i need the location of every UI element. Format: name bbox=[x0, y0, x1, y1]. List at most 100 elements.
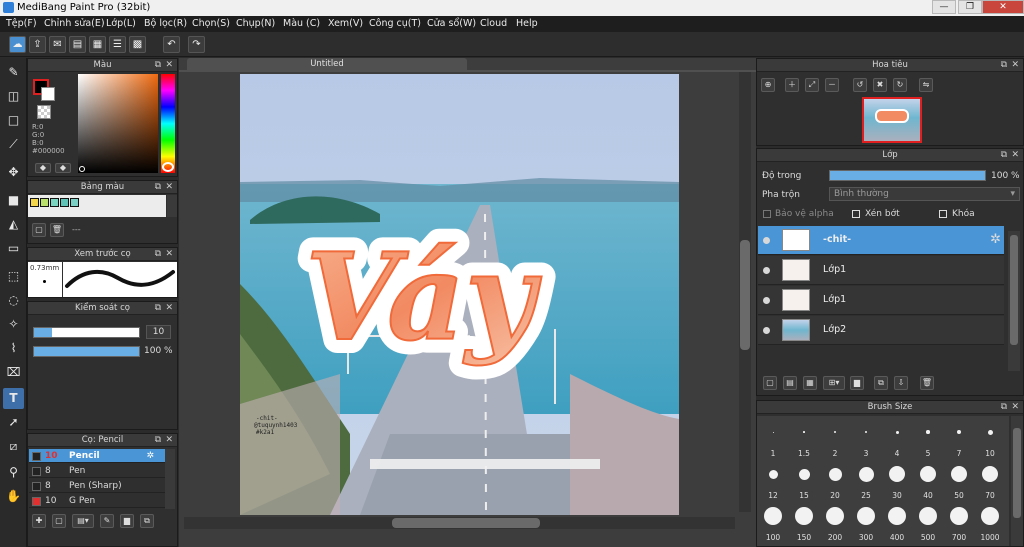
background-color[interactable] bbox=[41, 87, 55, 101]
palette-swatch[interactable] bbox=[60, 198, 69, 207]
brush-size-option[interactable]: 1.5 bbox=[789, 420, 819, 458]
new-halftone-layer-icon[interactable]: ▤ bbox=[783, 376, 797, 390]
layer-row[interactable]: Lớp1 bbox=[758, 286, 1004, 315]
close-button[interactable]: ✕ bbox=[982, 0, 1024, 14]
canvas-vertical-scrollbar[interactable] bbox=[739, 72, 751, 512]
layer-row[interactable]: Lớp1 bbox=[758, 256, 1004, 285]
brush-size-option[interactable]: 400 bbox=[882, 504, 912, 542]
comment-icon[interactable]: ✉ bbox=[49, 36, 66, 53]
brush-size-option[interactable]: 500 bbox=[913, 504, 943, 542]
menu-view[interactable]: Xem(V) bbox=[328, 18, 363, 29]
brush-size-option[interactable]: 1000 bbox=[975, 504, 1005, 542]
undock-icon[interactable]: ⧉ bbox=[1001, 401, 1007, 414]
brush-size-option[interactable]: 12 bbox=[758, 462, 788, 500]
undock-icon[interactable]: ⧉ bbox=[155, 59, 161, 72]
brush-size-option[interactable]: 300 bbox=[851, 504, 881, 542]
brush-size-option[interactable]: 700 bbox=[944, 504, 974, 542]
bucket-tool-icon[interactable]: ◭ bbox=[3, 214, 24, 235]
color-mode-button[interactable]: ◆ bbox=[35, 163, 51, 173]
line-tool-icon[interactable]: ⟋ bbox=[3, 134, 24, 155]
menu-tools[interactable]: Công cụ(T) bbox=[369, 18, 421, 29]
select-eraser-tool-icon[interactable]: ⌧ bbox=[3, 362, 24, 383]
delete-layer-icon[interactable]: 🗑 bbox=[920, 376, 934, 390]
menu-cloud[interactable]: Cloud bbox=[480, 18, 507, 29]
palette-swatch[interactable] bbox=[50, 198, 59, 207]
horizontal-scroll-thumb[interactable] bbox=[392, 518, 540, 528]
close-icon[interactable]: ✕ bbox=[165, 302, 173, 315]
zoom-in-icon[interactable]: ＋ bbox=[785, 78, 799, 92]
layer-opacity-slider[interactable] bbox=[829, 170, 986, 181]
menu-window[interactable]: Cửa sổ(W) bbox=[427, 18, 476, 29]
new-palette-icon[interactable]: ▢ bbox=[32, 223, 46, 237]
rotate-right-icon[interactable]: ↻ bbox=[893, 78, 907, 92]
brush-opacity-slider[interactable] bbox=[33, 346, 140, 357]
flip-icon[interactable]: ⇋ bbox=[919, 78, 933, 92]
layer-list-scrollbar[interactable] bbox=[1008, 231, 1020, 371]
page-icon[interactable]: ▦ bbox=[89, 36, 106, 53]
menu-color[interactable]: Màu (C) bbox=[283, 18, 320, 29]
reset-view-icon[interactable]: ✖ bbox=[873, 78, 887, 92]
menu-file[interactable]: Tệp(F) bbox=[6, 18, 37, 29]
palette-swatch[interactable] bbox=[70, 198, 79, 207]
close-icon[interactable]: ✕ bbox=[165, 434, 173, 447]
brush-settings-icon[interactable]: ✲ bbox=[146, 449, 154, 463]
brush-size-option[interactable]: 25 bbox=[851, 462, 881, 500]
eye-icon[interactable] bbox=[763, 267, 770, 274]
brush-tool-icon[interactable]: ✎ bbox=[3, 62, 24, 83]
maximize-button[interactable]: ❐ bbox=[958, 0, 982, 14]
menu-capture[interactable]: Chụp(N) bbox=[236, 18, 275, 29]
document-icon[interactable]: ▤ bbox=[69, 36, 86, 53]
palette-list-value[interactable]: --- bbox=[72, 225, 81, 234]
brush-size-option[interactable]: 5 bbox=[913, 420, 943, 458]
redo-icon[interactable]: ↷ bbox=[188, 36, 205, 53]
color-settings-button[interactable]: ◆ bbox=[55, 163, 71, 173]
brush-size-option[interactable]: 1 bbox=[758, 420, 788, 458]
undock-icon[interactable]: ⧉ bbox=[155, 302, 161, 315]
close-icon[interactable]: ✕ bbox=[165, 59, 173, 72]
brush-size-option[interactable]: 150 bbox=[789, 504, 819, 542]
cloud-icon[interactable]: ☁ bbox=[9, 36, 26, 53]
eraser-tool-icon[interactable]: ◫ bbox=[3, 86, 24, 107]
protect-alpha-checkbox[interactable] bbox=[763, 210, 771, 218]
duplicate-layer-icon[interactable]: ⧉ bbox=[874, 376, 888, 390]
palette-scrollbar[interactable] bbox=[167, 195, 177, 217]
brush-size-option[interactable]: 10 bbox=[975, 420, 1005, 458]
rectangle-tool-icon[interactable]: □ bbox=[3, 110, 24, 131]
select-rect-tool-icon[interactable]: ⬚ bbox=[3, 266, 24, 287]
navigator-thumbnail[interactable] bbox=[862, 97, 922, 143]
text-tool-icon[interactable]: T bbox=[3, 388, 24, 409]
document-tab[interactable]: Untitled bbox=[187, 58, 467, 70]
rotate-left-icon[interactable]: ↺ bbox=[853, 78, 867, 92]
close-icon[interactable]: ✕ bbox=[1011, 59, 1019, 72]
merge-down-icon[interactable]: ⇩ bbox=[894, 376, 908, 390]
close-icon[interactable]: ✕ bbox=[1011, 401, 1019, 414]
eye-icon[interactable] bbox=[763, 327, 770, 334]
saturation-value-picker[interactable] bbox=[78, 74, 158, 173]
close-icon[interactable]: ✕ bbox=[165, 248, 173, 261]
delete-palette-icon[interactable]: 🗑 bbox=[50, 223, 64, 237]
duplicate-brush-icon[interactable]: ⧉ bbox=[140, 514, 154, 528]
brush-size-option[interactable]: 70 bbox=[975, 462, 1005, 500]
brush-size-option[interactable]: 15 bbox=[789, 462, 819, 500]
undo-icon[interactable]: ↶ bbox=[163, 36, 180, 53]
undock-icon[interactable]: ⧉ bbox=[155, 248, 161, 261]
grid-icon[interactable]: ▩ bbox=[129, 36, 146, 53]
edit-brush-icon[interactable]: ✎ bbox=[100, 514, 114, 528]
brush-size-value[interactable]: 10 bbox=[146, 325, 171, 339]
eye-icon[interactable] bbox=[763, 297, 770, 304]
close-icon[interactable]: ✕ bbox=[1011, 149, 1019, 162]
new-layer-icon[interactable]: ▢ bbox=[763, 376, 777, 390]
hue-slider[interactable] bbox=[161, 74, 175, 173]
operation-tool-icon[interactable]: ➚ bbox=[3, 412, 24, 433]
close-icon[interactable]: ✕ bbox=[165, 181, 173, 194]
palette-swatch[interactable] bbox=[40, 198, 49, 207]
magic-wand-tool-icon[interactable]: ✧ bbox=[3, 314, 24, 335]
zoom-fit-icon[interactable]: ⊕ bbox=[761, 78, 775, 92]
new-brush-icon[interactable]: ▢ bbox=[52, 514, 66, 528]
menu-select[interactable]: Chọn(S) bbox=[192, 18, 230, 29]
hue-cursor[interactable] bbox=[162, 162, 174, 172]
brush-list-scrollbar[interactable] bbox=[165, 449, 175, 509]
brush-item-pen[interactable]: 8 Pen bbox=[29, 464, 174, 478]
blend-mode-select[interactable]: Bình thường ▾ bbox=[829, 187, 1020, 201]
palette-swatch[interactable] bbox=[30, 198, 39, 207]
